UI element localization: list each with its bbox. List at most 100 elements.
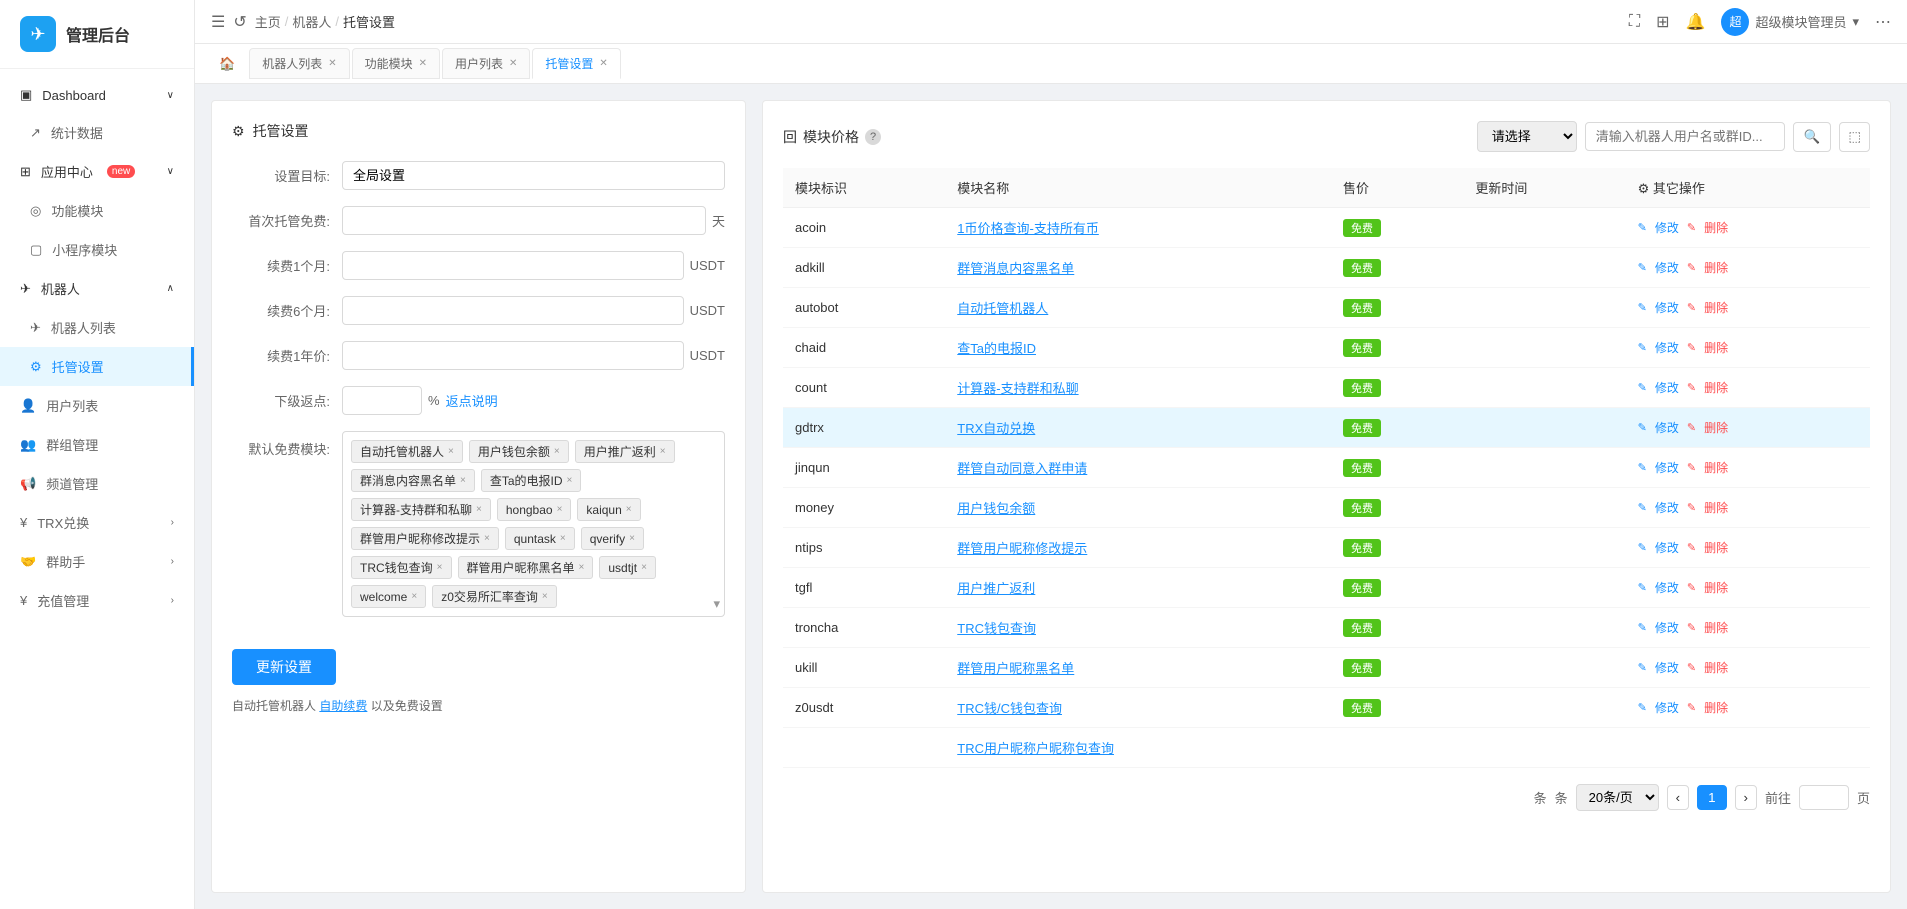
module-name-link[interactable]: 1币价格查询-支持所有币 (957, 221, 1099, 236)
sidebar-item-mini-program[interactable]: ▢ 小程序模块 (0, 230, 194, 269)
edit-button[interactable]: 修改 (1655, 459, 1679, 476)
edit-button[interactable]: 修改 (1655, 619, 1679, 636)
export-button[interactable]: ⬚ (1839, 122, 1870, 152)
edit-button[interactable]: 修改 (1655, 579, 1679, 596)
edit-button[interactable]: 修改 (1655, 219, 1679, 236)
rebate-link[interactable]: 返点说明 (446, 391, 498, 410)
sidebar-item-group-helper[interactable]: 🤝 群助手 › (0, 542, 194, 581)
module-name-link[interactable]: 自动托管机器人 (957, 301, 1048, 316)
tab-user-list[interactable]: 用户列表 ✕ (442, 48, 530, 79)
update-settings-button[interactable]: 更新设置 (232, 649, 336, 685)
module-name-link[interactable]: 群管用户昵称黑名单 (957, 661, 1074, 676)
fullscreen-icon[interactable]: ⛶ (1629, 13, 1640, 31)
tag-remove-icon[interactable]: × (460, 475, 466, 486)
tag-remove-icon[interactable]: × (542, 591, 548, 602)
module-name-link[interactable]: 群管自动同意入群申请 (957, 461, 1087, 476)
delete-button[interactable]: 删除 (1704, 299, 1728, 316)
delete-button[interactable]: 删除 (1704, 219, 1728, 236)
breadcrumb-robot[interactable]: 机器人 (292, 12, 331, 31)
tab-close-icon[interactable]: ✕ (509, 58, 517, 69)
tab-close-icon[interactable]: ✕ (599, 58, 607, 69)
tag-remove-icon[interactable]: × (448, 446, 454, 457)
topbar-user[interactable]: 超 超级模块管理员 ▾ (1721, 8, 1859, 36)
tag-remove-icon[interactable]: × (567, 475, 573, 486)
tag-remove-icon[interactable]: × (554, 446, 560, 457)
module-name-link[interactable]: 群管用户昵称修改提示 (957, 541, 1087, 556)
delete-button[interactable]: 删除 (1704, 259, 1728, 276)
sidebar-item-app-center[interactable]: ⊞ 应用中心 new ∨ (0, 152, 194, 191)
goto-page-input[interactable]: 1 (1799, 785, 1849, 810)
tag-remove-icon[interactable]: × (579, 562, 585, 573)
tag-remove-icon[interactable]: × (476, 504, 482, 515)
sidebar-item-user-list[interactable]: 👤 用户列表 (0, 386, 194, 425)
sidebar-item-channel[interactable]: 📢 频道管理 (0, 464, 194, 503)
current-page-button[interactable]: 1 (1697, 785, 1726, 810)
delete-button[interactable]: 删除 (1704, 419, 1728, 436)
renew-6m-input[interactable]: 25 (342, 296, 684, 325)
edit-button[interactable]: 修改 (1655, 539, 1679, 556)
sidebar-item-robot[interactable]: ✈ 机器人 ∧ (0, 269, 194, 308)
edit-button[interactable]: 修改 (1655, 379, 1679, 396)
tag-remove-icon[interactable]: × (626, 504, 632, 515)
tab-close-icon[interactable]: ✕ (328, 58, 336, 69)
edit-button[interactable]: 修改 (1655, 659, 1679, 676)
tab-home[interactable]: 🏠 (207, 50, 247, 78)
module-name-link[interactable]: TRC用户昵称户昵称包查询 (957, 741, 1114, 756)
delete-button[interactable]: 删除 (1704, 379, 1728, 396)
tag-remove-icon[interactable]: × (660, 446, 666, 457)
tag-remove-icon[interactable]: × (629, 533, 635, 544)
edit-button[interactable]: 修改 (1655, 699, 1679, 716)
tab-robot-list[interactable]: 机器人列表 ✕ (249, 48, 349, 79)
help-link[interactable]: 自助续费 (319, 699, 367, 713)
sidebar-item-func-module[interactable]: ◎ 功能模块 (0, 191, 194, 230)
sidebar-item-trx[interactable]: ¥ TRX兑换 › (0, 503, 194, 542)
module-name-link[interactable]: 用户推广返利 (957, 581, 1035, 596)
renew-1m-input[interactable]: 5 (342, 251, 684, 280)
tab-close-icon[interactable]: ✕ (419, 58, 427, 69)
tag-remove-icon[interactable]: × (560, 533, 566, 544)
delete-button[interactable]: 删除 (1704, 539, 1728, 556)
sidebar-item-stats[interactable]: ↗ 统计数据 (0, 113, 194, 152)
breadcrumb-home[interactable]: 主页 (255, 12, 281, 31)
edit-button[interactable]: 修改 (1655, 419, 1679, 436)
module-name-link[interactable]: 用户钱包余额 (957, 501, 1035, 516)
module-name-link[interactable]: TRC钱包查询 (957, 621, 1036, 636)
grid-icon[interactable]: ⊞ (1656, 12, 1669, 32)
sidebar-item-robot-list[interactable]: ✈ 机器人列表 (0, 308, 194, 347)
search-select[interactable]: 请选择 (1477, 121, 1577, 152)
tag-remove-icon[interactable]: × (641, 562, 647, 573)
module-name-link[interactable]: 查Ta的电报ID (957, 341, 1036, 356)
delete-button[interactable]: 删除 (1704, 499, 1728, 516)
sidebar-item-hosting[interactable]: ⚙ 托管设置 (0, 347, 194, 386)
delete-button[interactable]: 删除 (1704, 459, 1728, 476)
delete-button[interactable]: 删除 (1704, 659, 1728, 676)
tag-remove-icon[interactable]: × (484, 533, 490, 544)
module-name-link[interactable]: 群管消息内容黑名单 (957, 261, 1074, 276)
more-icon[interactable]: ⋯ (1875, 12, 1891, 32)
tag-remove-icon[interactable]: × (557, 504, 563, 515)
edit-button[interactable]: 修改 (1655, 259, 1679, 276)
module-name-link[interactable]: 计算器-支持群和私聊 (957, 381, 1078, 396)
sidebar-item-recharge[interactable]: ¥ 充值管理 › (0, 581, 194, 620)
edit-button[interactable]: 修改 (1655, 499, 1679, 516)
scroll-down-icon[interactable]: ▾ (713, 596, 720, 612)
renew-1y-input[interactable]: 50 (342, 341, 684, 370)
per-page-select[interactable]: 20条/页 (1576, 784, 1659, 811)
sidebar-item-dashboard[interactable]: ▣ Dashboard ∨ (0, 77, 194, 113)
module-name-link[interactable]: TRC钱/C钱包查询 (957, 701, 1062, 716)
help-question-icon[interactable]: ? (865, 129, 881, 145)
edit-button[interactable]: 修改 (1655, 339, 1679, 356)
search-input[interactable] (1585, 122, 1785, 151)
target-select[interactable]: 全局设置 (342, 161, 725, 190)
refresh-icon[interactable]: ↺ (233, 12, 246, 32)
first-free-input[interactable]: 2 (342, 206, 706, 235)
tag-remove-icon[interactable]: × (411, 591, 417, 602)
delete-button[interactable]: 删除 (1704, 619, 1728, 636)
tab-func-module[interactable]: 功能模块 ✕ (352, 48, 440, 79)
rebate-input[interactable]: 80 (342, 386, 422, 415)
tag-remove-icon[interactable]: × (437, 562, 443, 573)
delete-button[interactable]: 删除 (1704, 339, 1728, 356)
menu-toggle-icon[interactable]: ☰ (211, 12, 225, 32)
search-button[interactable]: 🔍 (1793, 122, 1832, 152)
delete-button[interactable]: 删除 (1704, 699, 1728, 716)
